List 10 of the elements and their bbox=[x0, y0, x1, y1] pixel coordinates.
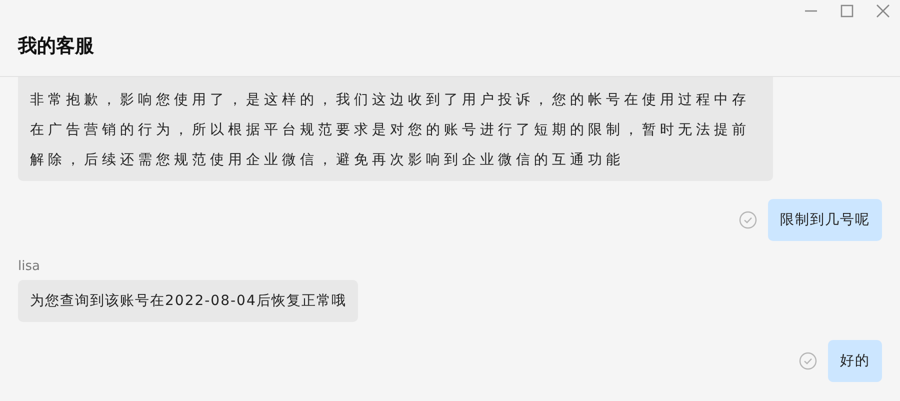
message-bubble: 非常抱歉，影响您使用了，是这样的，我们这边收到了用户投诉，您的帐号在使用过程中存在广告营销的行为，所以根据平台规范要求是对您的账号进行了短期的限制，暂时无法提前解除，后续还需您规范使用企业微信，避免再次影响到企业微信的互通功能 bbox=[18, 77, 773, 181]
window-title: 我的客服 bbox=[18, 34, 94, 59]
message-bubble: 限制到几号呢 bbox=[768, 199, 882, 241]
maximize-icon[interactable] bbox=[840, 4, 854, 18]
message-bubble: 好的 bbox=[828, 340, 882, 382]
message-bubble: 为您查询到该账号在2022-08-04后恢复正常哦 bbox=[18, 280, 358, 322]
check-circle-icon bbox=[799, 352, 817, 370]
check-circle-icon bbox=[739, 211, 757, 229]
close-icon[interactable] bbox=[876, 4, 890, 18]
sender-name: lisa bbox=[18, 259, 40, 274]
